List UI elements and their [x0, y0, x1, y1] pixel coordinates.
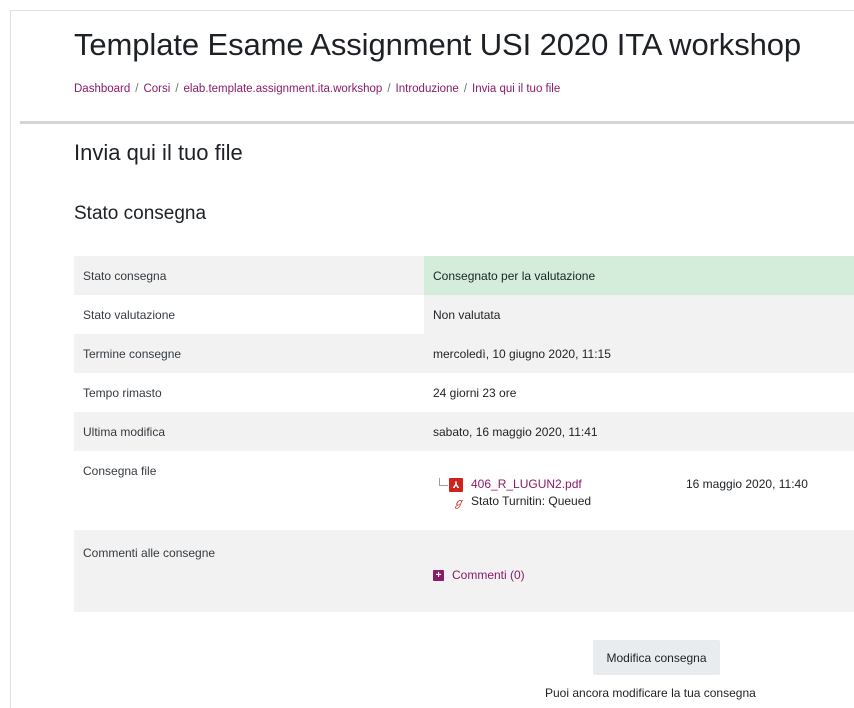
breadcrumb-separator: / [387, 83, 391, 95]
submission-status-value: Consegnato per la valutazione [424, 256, 854, 295]
plus-icon: + [433, 569, 444, 581]
pdf-icon: ⅄ [449, 477, 463, 492]
last-modified-value: sabato, 16 maggio 2020, 11:41 [424, 412, 854, 451]
section-title: Stato consegna [74, 203, 207, 224]
edit-submission-button[interactable]: Modifica consegna [593, 640, 720, 675]
file-date: 16 maggio 2020, 11:40 [686, 476, 808, 491]
page-header: Template Esame Assignment USI 2020 ITA w… [74, 27, 801, 63]
file-submission-cell: ⅄ 406_R_LUGUN2.pdf 16 maggio 2020, 11:40… [424, 451, 854, 530]
breadcrumb-separator: / [463, 83, 468, 95]
time-remaining-value: 24 giorni 23 ore [424, 373, 854, 412]
turnitin-icon: ℊ [453, 496, 464, 509]
table-row: Termine consegne mercoledì, 10 giugno 20… [74, 334, 854, 373]
breadcrumb-corsi[interactable]: Corsi [143, 83, 170, 95]
table-row: Stato consegna Consegnato per la valutaz… [74, 256, 854, 295]
breadcrumb-separator: / [175, 83, 179, 95]
breadcrumb-dashboard[interactable]: Dashboard [74, 83, 130, 95]
comments-link[interactable]: + Commenti (0) [433, 568, 525, 582]
breadcrumb-activity[interactable]: Invia qui il tuo file [472, 83, 560, 95]
row-label: Commenti alle consegne [74, 530, 424, 612]
header-divider [20, 121, 854, 124]
turnitin-status: Stato Turnitin: Queued [471, 493, 592, 508]
table-row: Commenti alle consegne + Commenti (0) [74, 530, 854, 612]
grading-status-value: Non valutata [424, 295, 854, 334]
breadcrumb: Dashboard / Corsi / elab.template.assignment… [74, 83, 560, 95]
breadcrumb-section[interactable]: Introduzione [396, 83, 459, 95]
row-label: Consegna file [74, 451, 424, 530]
file-entry: ⅄ 406_R_LUGUN2.pdf 16 maggio 2020, 11:40… [433, 475, 845, 509]
course-title: Template Esame Assignment USI 2020 ITA w… [74, 27, 802, 62]
submission-status-table: Stato consegna Consegnato per la valutaz… [74, 256, 854, 612]
table-row: Stato valutazione Non valutata [74, 295, 854, 334]
due-date-value: mercoledì, 10 giugno 2020, 11:15 [424, 334, 854, 373]
row-label: Ultima modifica [74, 412, 424, 451]
row-label: Termine consegne [74, 334, 424, 373]
tree-branch-icon [439, 477, 448, 486]
comments-label: Commenti (0) [452, 568, 525, 582]
table-row: Consegna file ⅄ 406_R_LUGUN2.pdf 16 magg… [74, 451, 854, 530]
breadcrumb-separator: / [135, 83, 139, 95]
comments-cell: + Commenti (0) [424, 530, 854, 612]
breadcrumb-course[interactable]: elab.template.assignment.ita.workshop [184, 83, 383, 95]
row-label: Stato consegna [74, 256, 424, 295]
row-label: Tempo rimasto [74, 373, 424, 412]
table-row: Tempo rimasto 24 giorni 23 ore [74, 373, 854, 412]
activity-title: Invia qui il tuo file [74, 140, 243, 165]
table-row: Ultima modifica sabato, 16 maggio 2020, … [74, 412, 854, 451]
edit-hint: Puoi ancora modificare la tua consegna [545, 686, 756, 700]
row-label: Stato valutazione [74, 295, 424, 334]
submitted-file-link[interactable]: 406_R_LUGUN2.pdf [471, 477, 582, 491]
